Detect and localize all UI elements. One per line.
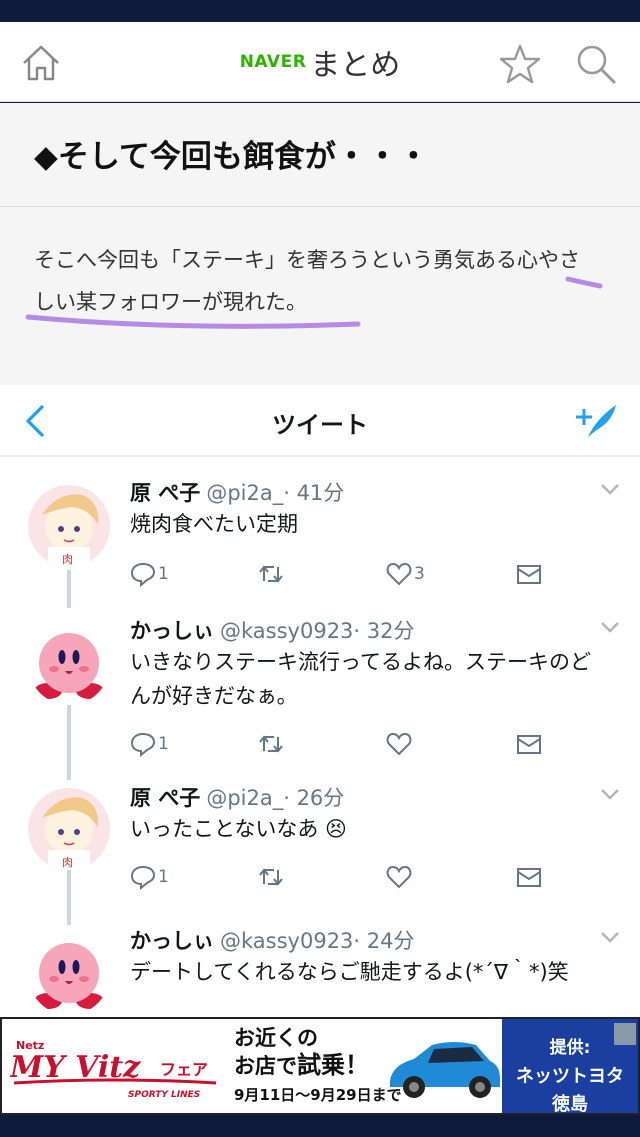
reply-count: 1 <box>158 734 169 754</box>
like-button[interactable]: 3 <box>386 559 425 589</box>
tweet-author[interactable]: 原 ぺ子 @pi2a_· 26分 <box>130 782 344 812</box>
retweet-button[interactable] <box>258 729 284 759</box>
tweet-author[interactable]: かっしぃ @kassy0923· 32分 <box>130 615 415 645</box>
dm-icon <box>517 565 541 584</box>
article-text: そこへ今回も「ステーキ」を奢ろうという勇気ある心やさしい某フォロワーが現れた。 <box>34 248 580 314</box>
article-heading: ◆そして今回も餌食が・・・ <box>34 139 429 175</box>
article-section: ◆そして今回も餌食が・・・ そこへ今回も「ステーキ」を奢ろうという勇気ある心やさ… <box>0 103 640 385</box>
divider <box>0 206 640 207</box>
like-button[interactable] <box>386 729 414 759</box>
tweet-text: 焼肉食べたい定期 <box>130 512 298 536</box>
avatar[interactable]: 肉 <box>28 788 110 870</box>
tweet-text: いきなりステーキ流行ってるよね。ステーキのどんが好きだなぁ。 <box>130 650 591 708</box>
star-icon[interactable] <box>498 42 542 86</box>
brand-logo: Netz MY Vitz フェア SPORTY LINES <box>10 1039 217 1100</box>
tweet-item[interactable]: 肉 原 ぺ子 @pi2a_· 41分 焼肉食べたい定期 1 3 <box>0 477 640 605</box>
tweet-actions: 1 <box>130 729 550 759</box>
reply-icon <box>130 562 156 587</box>
retweet-button[interactable] <box>258 862 284 892</box>
retweet-icon <box>259 565 283 583</box>
like-count: 3 <box>414 564 425 584</box>
reply-button[interactable]: 1 <box>130 729 169 759</box>
svg-text:肉: 肉 <box>62 553 73 566</box>
tweet-time: · 26分 <box>283 786 345 810</box>
tweet-item[interactable]: 肉 原 ぺ子 @pi2a_· 26分 いったことないなあ 😣 1 <box>0 782 640 910</box>
reply-count: 1 <box>158 867 169 887</box>
retweet-icon <box>259 868 283 886</box>
dm-button[interactable] <box>516 559 542 589</box>
like-button[interactable] <box>386 862 414 892</box>
avatar[interactable] <box>28 623 110 705</box>
tweet-author[interactable]: 原 ぺ子 @pi2a_· 41分 <box>130 477 344 507</box>
author-name: 原 ぺ子 <box>130 786 201 810</box>
tweet-time: · 24分 <box>353 929 415 953</box>
reply-button[interactable]: 1 <box>130 559 169 589</box>
dm-icon <box>517 735 541 754</box>
chevron-down-icon[interactable] <box>598 481 622 497</box>
avatar[interactable]: 肉 <box>28 485 110 567</box>
dm-icon <box>517 868 541 887</box>
chevron-down-icon[interactable] <box>598 619 622 635</box>
svg-text:フェア: フェア <box>160 1060 208 1079</box>
author-handle: @pi2a_ <box>206 786 284 810</box>
tweet-actions: 1 3 <box>130 559 550 589</box>
reply-count: 1 <box>158 564 169 584</box>
author-handle: @kassy0923 <box>220 619 354 643</box>
dm-button[interactable] <box>516 862 542 892</box>
tweet-text: いったことないなあ 😣 <box>130 817 347 841</box>
svg-text:肉: 肉 <box>62 856 73 869</box>
twitter-header: ツイート <box>0 385 640 457</box>
search-icon[interactable] <box>574 42 618 86</box>
ad-close-button[interactable] <box>614 1023 636 1045</box>
ad-headline-2a: お店で <box>234 1054 297 1078</box>
app-header: NAVER まとめ <box>0 22 640 102</box>
retweet-button[interactable] <box>258 559 284 589</box>
provider-region: 徳島 <box>552 1094 588 1115</box>
compose-icon[interactable] <box>574 399 620 443</box>
author-name: かっしぃ <box>130 619 214 643</box>
tweet-author[interactable]: かっしぃ @kassy0923· 24分 <box>130 925 415 955</box>
chevron-down-icon[interactable] <box>598 929 622 945</box>
tweet-time: · 32分 <box>353 619 415 643</box>
author-name: かっしぃ <box>130 929 214 953</box>
tweet-time: · 41分 <box>283 481 345 505</box>
car-image <box>390 1042 500 1098</box>
chevron-down-icon[interactable] <box>598 786 622 802</box>
status-bar <box>0 0 640 22</box>
tweet-item[interactable]: かっしぃ @kassy0923· 32分 いきなりステーキ流行ってるよね。ステーキ… <box>0 615 640 765</box>
avatar[interactable] <box>28 933 110 1015</box>
twitter-title: ツイート <box>272 411 368 439</box>
like-icon <box>386 562 412 586</box>
like-icon <box>386 732 412 756</box>
like-icon <box>386 865 412 889</box>
reply-icon <box>130 732 156 757</box>
logo-brand: NAVER <box>239 52 307 72</box>
author-handle: @kassy0923 <box>220 929 354 953</box>
ad-headline-2b: 試乗！ <box>297 1051 369 1079</box>
tweet-screenshot: ツイート 肉 原 ぺ子 @pi2a_· 41分 焼肉食べたい定期 1 3 かっし… <box>0 385 640 1017</box>
tweet-text: デートしてくれるならご馳走するよ(*´∇｀*)笑 <box>130 960 569 984</box>
author-handle: @pi2a_ <box>206 481 284 505</box>
provider-name: ネッツトヨタ <box>516 1066 624 1087</box>
site-logo[interactable]: NAVER まとめ <box>0 40 640 84</box>
tweet-actions: 1 <box>130 862 550 892</box>
svg-text:SPORTY LINES: SPORTY LINES <box>128 1090 200 1100</box>
author-name: 原 ぺ子 <box>130 481 201 505</box>
tweet-item[interactable]: かっしぃ @kassy0923· 24分 デートしてくれるならご馳走するよ(*´∇… <box>0 925 640 1017</box>
ad-banner[interactable]: Netz MY Vitz フェア SPORTY LINES お近くの お店で試乗… <box>0 1017 640 1115</box>
reply-icon <box>130 865 156 890</box>
logo-text: まとめ <box>310 48 401 83</box>
navigation-bar <box>0 1115 640 1137</box>
reply-button[interactable]: 1 <box>130 862 169 892</box>
retweet-icon <box>259 735 283 753</box>
dm-button[interactable] <box>516 729 542 759</box>
